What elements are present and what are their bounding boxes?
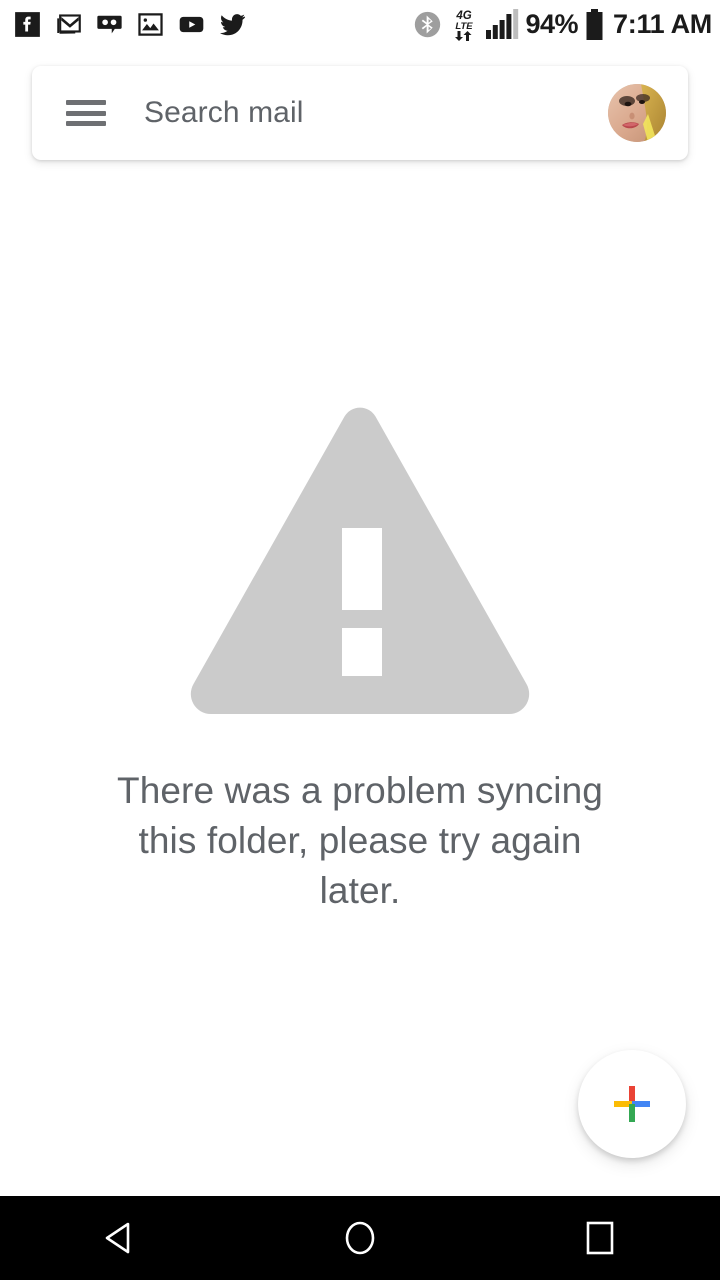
recents-button[interactable] (540, 1196, 660, 1280)
mobile-data-icon: 4G LTE (454, 10, 473, 41)
empty-state: There was a problem syncing this folder,… (0, 400, 720, 916)
battery-percent-label: 94% (525, 8, 579, 39)
gmail-icon (57, 13, 81, 34)
facebook-icon (15, 11, 40, 37)
svg-text:LTE: LTE (455, 21, 473, 32)
twitter-icon (220, 13, 246, 35)
home-circle-icon (345, 1221, 375, 1255)
search-input[interactable]: Search mail (144, 96, 608, 130)
avatar-photo (608, 84, 666, 142)
bluetooth-icon (414, 11, 440, 37)
search-bar[interactable]: Search mail (32, 66, 688, 160)
android-nav-bar (0, 1196, 720, 1280)
signal-icon (485, 9, 518, 39)
status-bar: 4G LTE 94% 7:11 AM (0, 0, 720, 48)
battery-icon (586, 8, 603, 40)
status-bar-notification-icons (14, 11, 246, 38)
home-button[interactable] (300, 1196, 420, 1280)
warning-triangle-icon (180, 400, 540, 724)
empty-state-message: There was a problem syncing this folder,… (117, 770, 603, 911)
voicemail-icon (97, 15, 122, 33)
recents-square-icon (586, 1221, 614, 1255)
back-triangle-icon (105, 1222, 130, 1254)
status-bar-system-icons: 4G LTE 94% 7:11 AM (413, 7, 712, 41)
plus-icon (614, 1086, 650, 1122)
screenshot-icon (138, 12, 163, 36)
hamburger-menu-icon[interactable] (66, 100, 106, 126)
back-button[interactable] (60, 1196, 180, 1280)
avatar[interactable] (608, 84, 666, 142)
compose-fab-button[interactable] (578, 1050, 686, 1158)
phone-screen: 4G LTE 94% 7:11 AM Search mail There was… (0, 0, 720, 1280)
status-bar-clock: 7:11 AM (613, 8, 712, 39)
youtube-icon (179, 16, 204, 32)
